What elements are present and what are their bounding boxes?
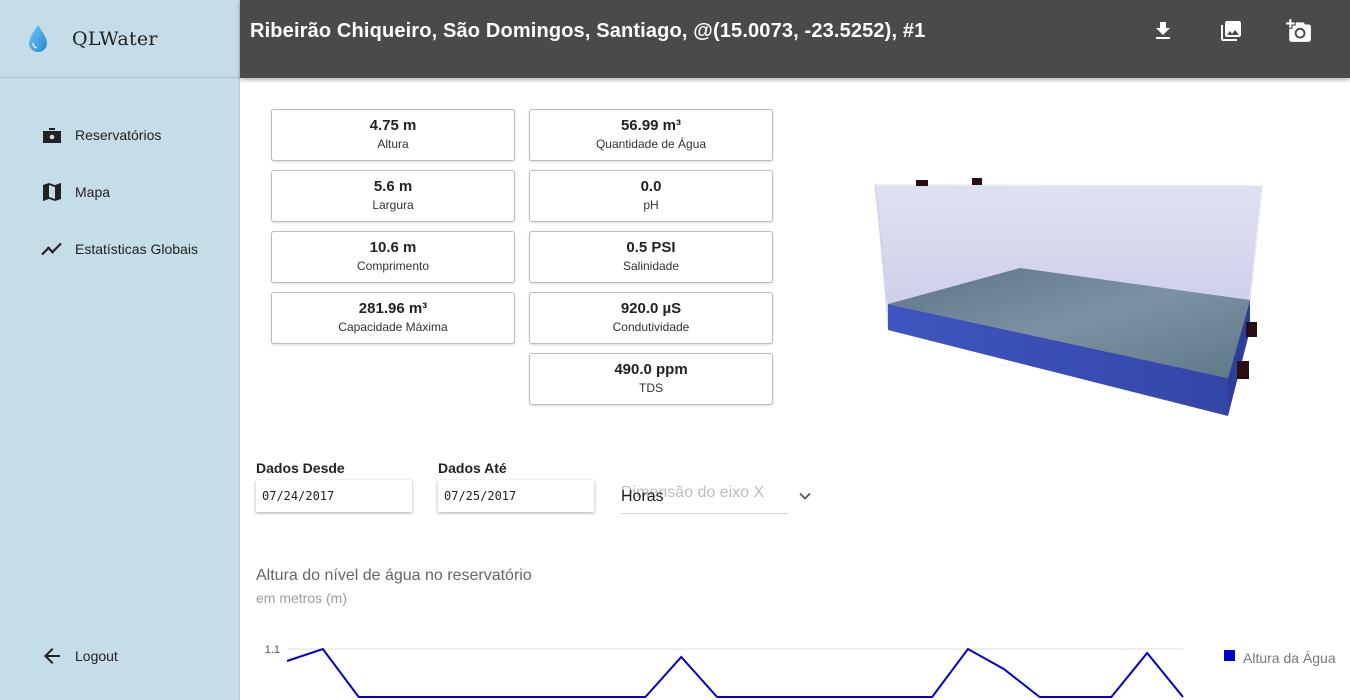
logout-button[interactable]: Logout	[0, 627, 240, 684]
map-icon	[40, 180, 64, 204]
sidebar-item-label: Reservatórios	[75, 126, 162, 143]
sidebar-item-estatisticas[interactable]: Estatísticas Globais	[0, 220, 239, 277]
y-tick-label: 1.1	[265, 644, 280, 656]
trending-up-icon	[40, 237, 64, 261]
water-drop-icon	[26, 22, 50, 56]
metric-card-comprimento: 10.6 m Comprimento	[271, 231, 515, 283]
metric-caption: Comprimento	[356, 259, 430, 273]
sidebar-item-reservatorios[interactable]: Reservatórios	[0, 106, 239, 163]
add-photo-button[interactable]	[1283, 18, 1315, 48]
metric-value: 920.0 µS	[620, 300, 682, 317]
metric-card-largura: 5.6 m Largura	[271, 170, 515, 222]
chart-y-ticks: 1.1	[265, 644, 280, 656]
chart-subtitle: em metros (m)	[256, 590, 347, 606]
metric-caption: Altura	[377, 137, 409, 151]
metric-caption: Quantidade de Água	[595, 137, 707, 151]
date-from-input[interactable]: 07/24/2017	[256, 480, 412, 512]
date-to-label: Dados Até	[438, 460, 507, 476]
metric-caption: pH	[643, 198, 659, 212]
chevron-down-icon	[797, 488, 813, 504]
metric-caption: TDS	[639, 381, 663, 395]
metric-card-altura: 4.75 m Altura	[271, 109, 515, 161]
legend-swatch	[1224, 650, 1235, 661]
sidebar: QLWater Reservatórios Mapa Estatísticas …	[0, 0, 240, 700]
metric-caption: Largura	[372, 198, 414, 212]
sensor-icon	[1246, 322, 1257, 337]
app-name: QLWater	[72, 27, 158, 50]
select-underline	[621, 513, 789, 514]
reservoir-icon	[40, 123, 64, 147]
download-button[interactable]	[1147, 18, 1179, 48]
metric-value: 0.5 PSI	[626, 239, 676, 256]
metric-value: 56.99 m³	[620, 117, 682, 134]
metric-value: 10.6 m	[369, 239, 417, 256]
metric-value: 5.6 m	[373, 178, 413, 195]
water-level-chart: 1.1 Altura da Água	[250, 630, 1350, 700]
metric-caption: Salinidade	[622, 259, 680, 273]
sensor-icon	[916, 180, 928, 186]
download-icon	[1151, 19, 1175, 48]
metric-card-tds: 490.0 ppm TDS	[529, 353, 773, 405]
chart-plot: 1.1 Altura da Água	[265, 644, 1336, 698]
x-axis-selected-value: Horas	[621, 488, 664, 505]
page-title: Ribeirão Chiqueiro, São Domingos, Santia…	[250, 20, 926, 42]
chart-legend: Altura da Água	[1224, 650, 1336, 666]
metric-value: 0.0	[640, 178, 662, 195]
reservoir-3d-view[interactable]	[860, 170, 1280, 430]
sidebar-nav: Reservatórios Mapa Estatísticas Globais	[0, 78, 239, 277]
reservoir-3d-drawing	[874, 178, 1263, 416]
metric-card-condutividade: 920.0 µS Condutividade	[529, 292, 773, 344]
metric-caption: Condutividade	[612, 320, 690, 334]
date-to-input[interactable]: 07/25/2017	[438, 480, 594, 512]
sidebar-item-label: Mapa	[75, 183, 111, 200]
metric-card-capacidade: 281.96 m³ Capacidade Máxima	[271, 292, 515, 344]
sidebar-item-label: Estatísticas Globais	[75, 240, 198, 257]
metric-card-ph: 0.0 pH	[529, 170, 773, 222]
metric-card-salinidade: 0.5 PSI Salinidade	[529, 231, 773, 283]
chart-title: Altura do nível de água no reservatório	[256, 567, 532, 584]
metric-value: 281.96 m³	[358, 300, 428, 317]
metric-value: 490.0 ppm	[614, 361, 688, 378]
topbar: Ribeirão Chiqueiro, São Domingos, Santia…	[240, 0, 1350, 78]
sidebar-item-mapa[interactable]: Mapa	[0, 163, 239, 220]
arrow-back-icon	[40, 644, 64, 668]
image-icon	[1219, 19, 1243, 48]
metric-caption: Capacidade Máxima	[338, 320, 448, 334]
brand[interactable]: QLWater	[0, 0, 239, 78]
series-line	[286, 647, 1184, 698]
sensor-icon	[972, 178, 982, 185]
legend-label[interactable]: Altura da Água	[1243, 650, 1336, 666]
chart-series	[286, 647, 1184, 698]
date-from-label: Dados Desde	[256, 460, 345, 476]
metric-card-quantidade: 56.99 m³ Quantidade de Água	[529, 109, 773, 161]
add-photo-icon	[1286, 18, 1312, 49]
sensor-icon	[1237, 361, 1249, 379]
metric-value: 4.75 m	[369, 117, 417, 134]
x-axis-select[interactable]: Dimensão do eixo X Horas	[621, 476, 816, 514]
logout-label: Logout	[75, 647, 118, 664]
image-button[interactable]	[1215, 18, 1247, 48]
